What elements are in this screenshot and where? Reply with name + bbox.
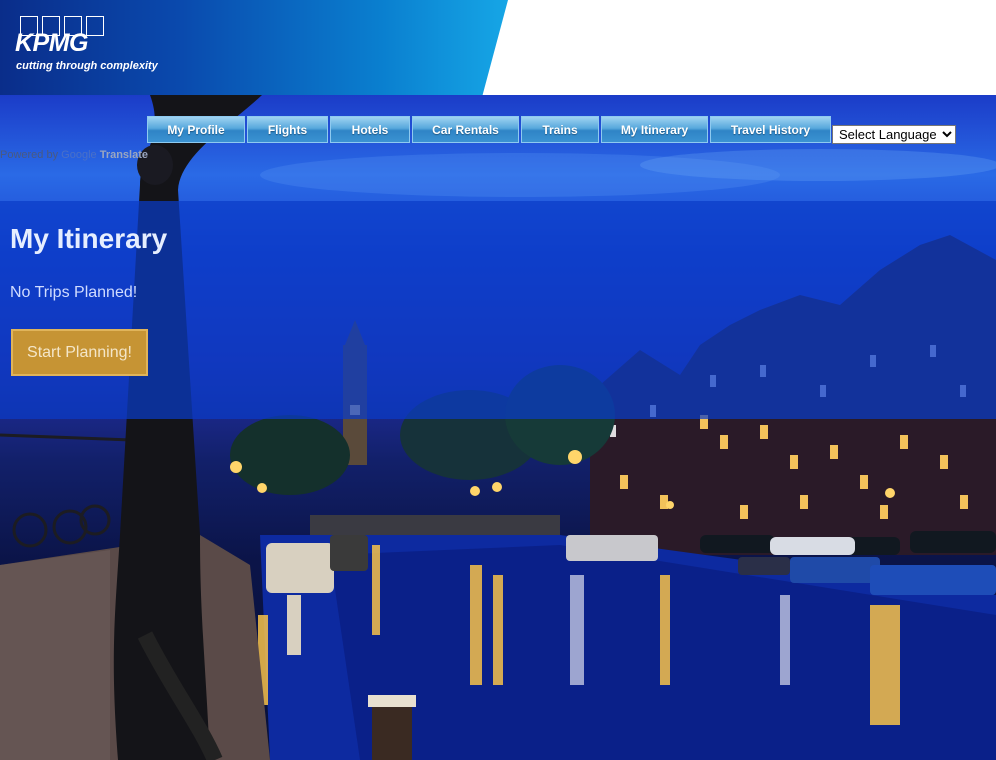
page-title: My Itinerary — [10, 223, 168, 254]
header-brand-band: KPMG cutting through complexity — [0, 0, 508, 95]
kpmg-logo[interactable]: KPMG — [15, 29, 89, 58]
nav-my-profile[interactable]: My Profile — [147, 116, 245, 143]
start-planning-button[interactable]: Start Planning! — [11, 329, 148, 376]
nav-car-rentals[interactable]: Car Rentals — [412, 116, 519, 143]
translate-label: Translate — [99, 149, 149, 161]
main-nav: My Profile Flights Hotels Car Rentals Tr… — [147, 116, 833, 143]
itinerary-panel: My Itinerary No Trips Planned! Start Pla… — [0, 201, 996, 419]
language-select[interactable]: Select Language — [832, 125, 956, 144]
nav-my-itinerary[interactable]: My Itinerary — [601, 116, 708, 143]
site-header: KPMG cutting through complexity — [0, 0, 996, 95]
page: KPMG cutting through complexity My Profi… — [0, 0, 996, 760]
powered-by-label: Powered by — [0, 149, 59, 161]
nav-flights[interactable]: Flights — [247, 116, 328, 143]
background-canal-image — [0, 95, 996, 760]
nav-trains[interactable]: Trains — [521, 116, 599, 143]
nav-travel-history[interactable]: Travel History — [710, 116, 831, 143]
nav-hotels[interactable]: Hotels — [330, 116, 410, 143]
google-logo-text: Google — [61, 149, 97, 161]
logo-tagline: cutting through complexity — [16, 60, 158, 72]
empty-state-message: No Trips Planned! — [10, 284, 138, 301]
powered-by-google-translate[interactable]: Powered by Google Translate — [0, 149, 148, 161]
